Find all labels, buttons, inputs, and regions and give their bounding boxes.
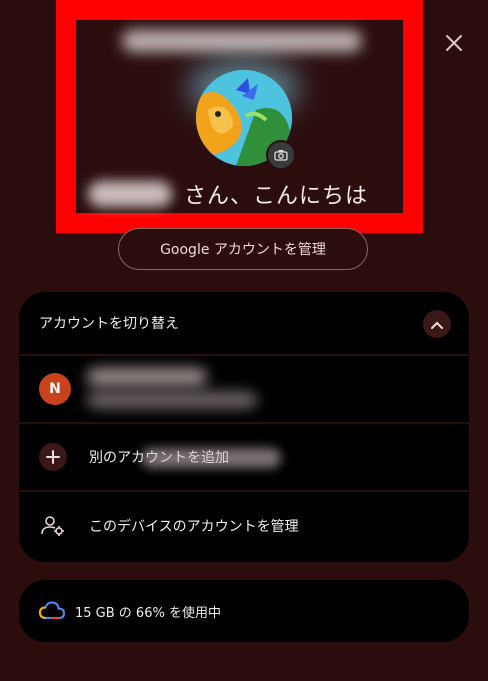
user-name-redacted bbox=[88, 181, 172, 207]
manage-google-account-button[interactable]: Google アカウントを管理 bbox=[118, 228, 368, 270]
greeting: さん、こんにちは bbox=[88, 176, 368, 212]
collapse-button[interactable] bbox=[423, 310, 451, 338]
close-icon bbox=[445, 31, 463, 57]
switch-accounts-card: アカウントを切り替え N 別のアカウントを追加 bbox=[19, 292, 469, 562]
account-name-redacted bbox=[87, 368, 207, 386]
chevron-up-icon bbox=[430, 315, 444, 334]
add-account-row[interactable]: 別のアカウントを追加 bbox=[19, 424, 469, 492]
cloud-icon bbox=[38, 601, 66, 621]
storage-card[interactable]: 15 GB の 66% を使用中 bbox=[19, 580, 469, 642]
switch-accounts-label: アカウントを切り替え bbox=[39, 316, 179, 332]
manage-device-accounts-row[interactable]: このデバイスのアカウントを管理 bbox=[19, 492, 469, 560]
account-email-redacted bbox=[122, 30, 362, 52]
add-account-label-redacted bbox=[141, 448, 281, 468]
manage-accounts-icon bbox=[39, 512, 67, 540]
account-panel: さん、こんにちは Google アカウントを管理 アカウントを切り替え N 別の… bbox=[0, 0, 488, 681]
close-button[interactable] bbox=[440, 30, 468, 58]
switch-accounts-header[interactable]: アカウントを切り替え bbox=[19, 292, 469, 356]
change-photo-button[interactable] bbox=[266, 140, 296, 170]
greeting-text: さん、こんにちは bbox=[184, 184, 369, 209]
camera-icon bbox=[274, 146, 288, 165]
account-row[interactable]: N bbox=[19, 356, 469, 424]
account-avatar: N bbox=[39, 373, 71, 405]
manage-device-accounts-label: このデバイスのアカウントを管理 bbox=[89, 519, 299, 535]
storage-usage-text: 15 GB の 66% を使用中 bbox=[75, 605, 221, 621]
account-email-redacted-row bbox=[87, 392, 257, 408]
plus-icon bbox=[39, 443, 67, 471]
